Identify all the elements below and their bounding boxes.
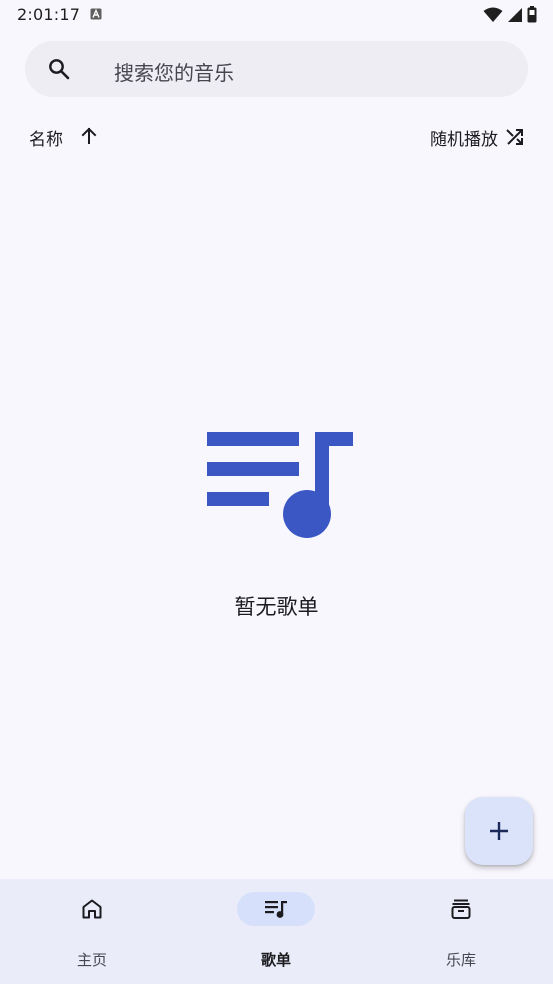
nav-label-playlists: 歌单 bbox=[260, 951, 291, 969]
library-icon bbox=[451, 899, 471, 919]
home-icon bbox=[82, 899, 102, 919]
status-icons bbox=[483, 6, 537, 23]
signal-icon bbox=[508, 7, 522, 22]
shuffle-icon[interactable] bbox=[505, 127, 525, 147]
arrow-up-icon[interactable] bbox=[79, 126, 99, 146]
add-playlist-fab[interactable] bbox=[465, 797, 533, 865]
sort-by-name-button[interactable]: 名称 bbox=[29, 125, 63, 150]
plus-icon bbox=[490, 822, 508, 840]
search-icon bbox=[49, 59, 70, 80]
nav-item-home[interactable]: 主页 bbox=[0, 879, 184, 984]
status-bar: 2:01:17 bbox=[0, 0, 553, 30]
sort-row: 名称 随机播放 bbox=[0, 124, 553, 150]
nav-label-library: 乐库 bbox=[445, 951, 476, 969]
playlist-icon bbox=[265, 901, 287, 918]
nav-item-playlists[interactable]: 歌单 bbox=[184, 879, 368, 984]
search-bar[interactable]: 搜索您的音乐 bbox=[25, 41, 528, 97]
nav-item-library[interactable]: 乐库 bbox=[369, 879, 553, 984]
empty-state-message: 暂无歌单 bbox=[234, 595, 319, 619]
notification-a-icon bbox=[90, 8, 102, 20]
wifi-icon bbox=[483, 7, 503, 22]
bottom-navigation: 主页 歌单 乐库 bbox=[0, 879, 553, 984]
playlist-music-icon bbox=[207, 432, 353, 538]
status-time: 2:01:17 bbox=[17, 5, 81, 24]
search-placeholder: 搜索您的音乐 bbox=[114, 61, 234, 85]
playlists-screen: 2:01:17 搜索您的音乐 名称 随机播放 暂无歌单 主页 歌单 乐库 bbox=[0, 0, 553, 984]
nav-label-home: 主页 bbox=[76, 951, 107, 969]
battery-icon bbox=[527, 6, 537, 23]
shuffle-play-button[interactable]: 随机播放 bbox=[430, 125, 498, 150]
